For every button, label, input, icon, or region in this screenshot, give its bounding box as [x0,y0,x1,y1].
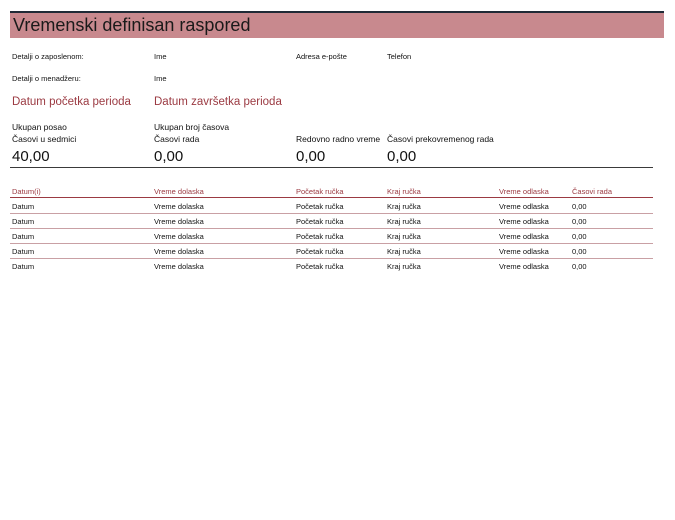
manager-name-field[interactable]: Ime [154,74,167,83]
cell-lunch-start[interactable]: Početak ručka [296,232,344,241]
cell-arrival[interactable]: Vreme dolaska [154,232,204,241]
cell-work-hours: 0,00 [572,202,587,211]
work-hours-value: 0,00 [154,148,184,165]
manager-details-label: Detalji o menadžeru: [12,74,81,83]
cell-departure[interactable]: Vreme odlaska [499,247,549,256]
cell-lunch-start[interactable]: Početak ručka [296,217,344,226]
hours-per-week-label: Časovi u sedmici [12,134,77,144]
cell-lunch-end[interactable]: Kraj ručka [387,202,421,211]
cell-lunch-end[interactable]: Kraj ručka [387,247,421,256]
cell-departure[interactable]: Vreme odlaska [499,262,549,271]
title-banner: Vremenski definisan raspored [10,11,664,38]
cell-departure[interactable]: Vreme odlaska [499,202,549,211]
overtime-hours-value: 0,00 [387,148,417,165]
cell-date[interactable]: Datum [12,247,34,256]
total-work-label: Ukupan posao [12,122,67,132]
cell-date[interactable]: Datum [12,262,34,271]
regular-hours-value: 0,00 [296,148,326,165]
header-arrival: Vreme dolaska [154,187,204,196]
employee-details-label: Detalji o zaposlenom: [12,52,84,61]
cell-arrival[interactable]: Vreme dolaska [154,202,204,211]
cell-date[interactable]: Datum [12,217,34,226]
cell-lunch-start[interactable]: Početak ručka [296,247,344,256]
period-end-field[interactable]: Datum završetka perioda [154,96,282,108]
cell-arrival[interactable]: Vreme dolaska [154,262,204,271]
cell-work-hours: 0,00 [572,247,587,256]
header-divider [10,197,653,198]
header-work-hours: Časovi rada [572,187,613,196]
overtime-hours-label: Časovi prekovremenog rada [387,134,494,144]
header-lunch-end: Kraj ručka [387,187,421,196]
regular-hours-label: Redovno radno vreme [296,134,381,144]
header-departure: Vreme odlaska [499,187,549,196]
row-divider [10,213,653,214]
employee-email-field[interactable]: Adresa e-pošte [296,52,347,61]
cell-arrival[interactable]: Vreme dolaska [154,217,204,226]
cell-departure[interactable]: Vreme odlaska [499,232,549,241]
employee-name-field[interactable]: Ime [154,52,167,61]
cell-lunch-start[interactable]: Početak ručka [296,262,344,271]
cell-date[interactable]: Datum [12,232,34,241]
row-divider [10,243,653,244]
cell-work-hours: 0,00 [572,232,587,241]
cell-departure[interactable]: Vreme odlaska [499,217,549,226]
period-start-field[interactable]: Datum početka perioda [12,96,131,108]
totals-divider [10,167,653,168]
total-hours-label: Ukupan broj časova [154,122,230,132]
cell-work-hours: 0,00 [572,217,587,226]
header-lunch-start: Početak ručka [296,187,344,196]
cell-arrival[interactable]: Vreme dolaska [154,247,204,256]
cell-lunch-end[interactable]: Kraj ručka [387,262,421,271]
cell-date[interactable]: Datum [12,202,34,211]
work-hours-label: Časovi rada [154,134,200,144]
cell-lunch-start[interactable]: Početak ručka [296,202,344,211]
hours-per-week-value[interactable]: 40,00 [12,148,50,165]
row-divider [10,258,653,259]
page-title: Vremenski definisan raspored [13,15,251,35]
employee-phone-field[interactable]: Telefon [387,52,411,61]
header-date: Datum(i) [12,187,41,196]
cell-lunch-end[interactable]: Kraj ručka [387,232,421,241]
cell-lunch-end[interactable]: Kraj ručka [387,217,421,226]
row-divider [10,228,653,229]
cell-work-hours: 0,00 [572,262,587,271]
